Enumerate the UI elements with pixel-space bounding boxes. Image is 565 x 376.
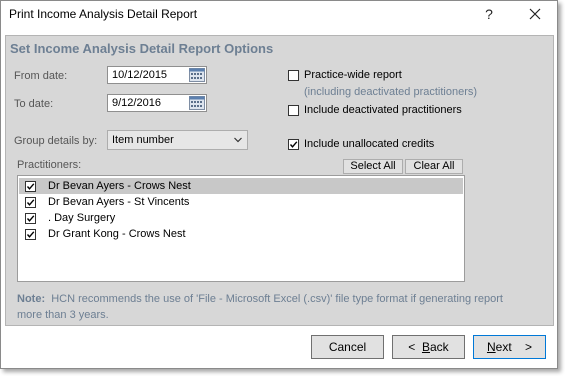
note-text: HCN recommends the use of 'File - Micros…: [17, 293, 503, 321]
to-date-value: 9/12/2016: [112, 97, 161, 109]
checkbox-box[interactable]: [288, 139, 299, 150]
window-title: Print Income Analysis Detail Report: [9, 7, 198, 21]
clear-all-button[interactable]: Clear All: [405, 159, 463, 174]
practitioner-row[interactable]: Dr Bevan Ayers - Crows Nest: [19, 178, 463, 194]
checkmark-icon: [289, 141, 298, 148]
from-date-label: From date:: [14, 70, 68, 82]
include-unallocated-label: Include unallocated credits: [304, 138, 435, 150]
note-prefix: Note:: [17, 293, 46, 305]
practitioners-list[interactable]: Dr Bevan Ayers - Crows Nest Dr Bevan Aye…: [17, 175, 465, 282]
practice-wide-label: Practice-wide report: [304, 69, 402, 81]
checkbox-box[interactable]: [25, 229, 36, 240]
back-button[interactable]: < Back: [392, 335, 465, 359]
select-all-button[interactable]: Select All: [343, 159, 403, 174]
calendar-icon[interactable]: [189, 96, 205, 110]
checkbox-box[interactable]: [288, 105, 299, 116]
chevron-down-icon: [234, 137, 242, 143]
csv-note: Note: HCN recommends the use of 'File - …: [17, 291, 517, 323]
help-button[interactable]: ?: [475, 4, 503, 24]
practitioner-name: Dr Grant Kong - Crows Nest: [48, 228, 186, 240]
checkmark-icon: [26, 199, 35, 206]
checkmark-icon: [26, 183, 35, 190]
checkmark-icon: [26, 215, 35, 222]
checkmark-icon: [26, 231, 35, 238]
checkbox-box[interactable]: [25, 197, 36, 208]
cancel-button[interactable]: Cancel: [311, 335, 384, 359]
practice-wide-note: (including deactivated practitioners): [304, 86, 478, 98]
include-deactivated-label: Include deactivated practitioners: [304, 104, 462, 116]
next-accelerator: N: [486, 340, 496, 354]
checkbox-box[interactable]: [25, 213, 36, 224]
practitioner-row[interactable]: . Day Surgery: [19, 210, 463, 226]
from-date-value: 10/12/2015: [112, 69, 168, 81]
options-panel: Set Income Analysis Detail Report Option…: [5, 35, 554, 326]
practitioner-row[interactable]: Dr Grant Kong - Crows Nest: [19, 226, 463, 242]
group-details-label: Group details by:: [14, 135, 98, 147]
close-button[interactable]: [521, 4, 549, 24]
calendar-icon[interactable]: [189, 68, 205, 82]
group-details-select[interactable]: Item number: [107, 130, 248, 150]
practitioner-name: Dr Bevan Ayers - St Vincents: [48, 196, 190, 208]
to-date-label: To date:: [14, 98, 54, 110]
close-icon: [529, 8, 541, 20]
checkbox-box[interactable]: [25, 181, 36, 192]
title-bar: Print Income Analysis Detail Report ?: [1, 1, 557, 28]
next-arrow: >: [525, 340, 533, 354]
from-date-field[interactable]: 10/12/2015: [107, 66, 207, 84]
practitioner-name: Dr Bevan Ayers - Crows Nest: [48, 180, 191, 192]
to-date-field[interactable]: 9/12/2016: [107, 94, 207, 112]
options-heading: Set Income Analysis Detail Report Option…: [10, 41, 274, 56]
back-accelerator: B: [421, 340, 430, 354]
dialog-window: Print Income Analysis Detail Report ? Se…: [0, 0, 558, 369]
practitioner-name: . Day Surgery: [48, 212, 116, 224]
group-details-value: Item number: [112, 134, 174, 146]
back-arrow: <: [408, 340, 416, 354]
next-label: ext: [495, 340, 512, 354]
practitioner-row[interactable]: Dr Bevan Ayers - St Vincents: [19, 194, 463, 210]
next-button[interactable]: Next >: [473, 335, 546, 359]
practitioners-label: Practitioners:: [17, 159, 82, 171]
checkbox-box[interactable]: [288, 70, 299, 81]
back-label: ack: [430, 340, 449, 354]
